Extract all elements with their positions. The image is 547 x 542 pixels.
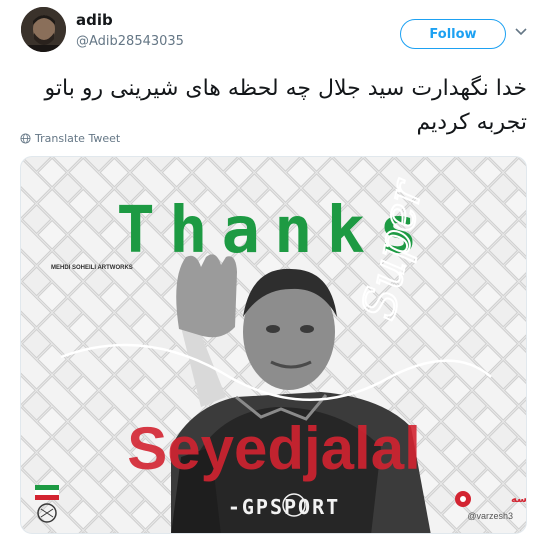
- tribute-poster: Thanks MEHDI SOHEILI ARTWORKS Super Seye…: [21, 157, 527, 533]
- avatar[interactable]: [21, 7, 66, 52]
- player-name: Seyedjalal: [127, 415, 421, 482]
- watermark-brand: ورزش سه: [511, 494, 527, 505]
- globe-icon: [20, 133, 31, 144]
- avatar-photo: [21, 7, 66, 52]
- tweet-text: خدا نگهدارت سید جلال چه لحظه های شیرینی …: [44, 76, 527, 135]
- user-name[interactable]: adib: [76, 11, 113, 29]
- translate-label: Translate Tweet: [35, 132, 121, 145]
- tweet-card: adib @Adib28543035 Follow خدا نگهدارت سی…: [0, 0, 547, 542]
- tweet-image[interactable]: Thanks MEHDI SOHEILI ARTWORKS Super Seye…: [20, 156, 527, 534]
- chevron-down-icon[interactable]: [514, 24, 528, 38]
- watermark-handle: @varzesh3: [467, 511, 513, 521]
- shirt-sponsor: -GPSPORT: [228, 495, 340, 519]
- user-handle[interactable]: @Adib28543035: [76, 34, 184, 49]
- translate-tweet-link[interactable]: Translate Tweet: [20, 132, 120, 145]
- follow-button[interactable]: Follow: [400, 19, 506, 49]
- artwork-credit: MEHDI SOHEILI ARTWORKS: [51, 265, 133, 271]
